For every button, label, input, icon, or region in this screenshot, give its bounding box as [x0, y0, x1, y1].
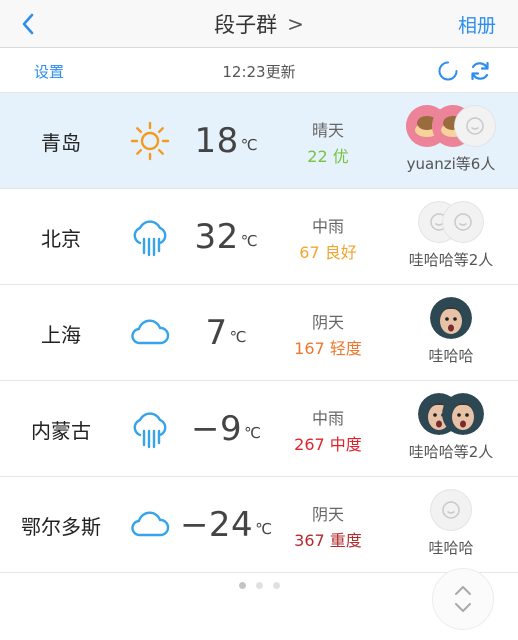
refresh-icon[interactable]: [468, 59, 492, 83]
city-row[interactable]: 北京 32 ℃ 中雨 67 良好 哇哈哈等2人: [0, 189, 518, 285]
temperature-unit: ℃: [240, 136, 258, 154]
avatar: [442, 393, 484, 435]
member-names: 哇哈哈: [428, 539, 474, 557]
page-dot[interactable]: [255, 582, 263, 589]
temperature: −24 ℃: [176, 477, 276, 573]
navigation-bar: 段子群 > 相册: [0, 0, 518, 48]
sun-icon: [130, 121, 170, 161]
temperature-value: −24: [179, 505, 254, 545]
temperature-value: 32: [194, 217, 239, 257]
rain-icon: [133, 220, 167, 257]
rain-icon: [133, 412, 167, 449]
city-row[interactable]: 上海 7 ℃ 阴天 167 轻度 哇哈哈: [0, 285, 518, 381]
city-row[interactable]: 青岛 18 ℃ 晴天 22 优 yuanzi等6人: [0, 93, 518, 189]
temperature-unit: ℃: [240, 232, 258, 250]
loading-spinner-icon: [438, 61, 458, 81]
member-avatars[interactable]: [392, 297, 510, 343]
temperature: 7 ℃: [176, 285, 276, 381]
weather-condition: 阴天: [311, 505, 344, 524]
group-title[interactable]: 段子群 >: [0, 0, 518, 48]
scroll-toggle-button[interactable]: [432, 568, 494, 630]
avatar: [430, 297, 472, 339]
chevron-left-icon: [22, 13, 34, 35]
avatar-placeholder: [454, 105, 496, 147]
page-dot[interactable]: [272, 582, 280, 589]
city-name: 鄂尔多斯: [21, 514, 101, 539]
settings-button[interactable]: 设置: [34, 49, 64, 93]
member-avatars[interactable]: [392, 201, 510, 247]
weather-condition: 中雨: [311, 409, 344, 428]
avatar-placeholder: [430, 489, 472, 531]
city-name: 北京: [41, 226, 81, 251]
album-button[interactable]: 相册: [458, 0, 496, 48]
cloud-icon: [131, 319, 170, 345]
member-names: yuanzi等6人: [406, 155, 496, 173]
temperature: 32 ℃: [176, 189, 276, 285]
weather-condition: 晴天: [311, 121, 344, 140]
city-name: 内蒙古: [31, 418, 91, 443]
chevron-up-down-icon: [455, 586, 471, 612]
air-quality: 267 中度: [294, 435, 362, 454]
city-name: 青岛: [41, 130, 81, 155]
city-row[interactable]: 内蒙古 −9 ℃ 中雨 267 中度 哇哈哈等2人: [0, 381, 518, 477]
weather-condition: 中雨: [311, 217, 344, 236]
temperature-unit: ℃: [244, 424, 261, 442]
cloud-icon: [131, 511, 170, 537]
group-title-text[interactable]: 段子群: [214, 9, 277, 39]
chevron-right-icon[interactable]: >: [287, 12, 304, 36]
air-quality: 22 优: [307, 147, 349, 166]
temperature-unit: ℃: [229, 328, 247, 346]
member-avatars[interactable]: [392, 393, 510, 439]
member-avatars[interactable]: [392, 105, 510, 151]
member-avatars[interactable]: [392, 489, 510, 535]
air-quality: 167 轻度: [294, 339, 362, 358]
air-quality: 67 良好: [299, 243, 357, 262]
weather-condition: 阴天: [311, 313, 344, 332]
air-quality: 367 重度: [294, 531, 362, 550]
city-name: 上海: [41, 322, 81, 347]
status-bar: 设置 12:23更新: [0, 49, 518, 93]
back-button[interactable]: [14, 10, 42, 38]
temperature: −9 ℃: [176, 381, 276, 477]
temperature-value: −9: [191, 409, 243, 449]
temperature: 18 ℃: [176, 93, 276, 189]
temperature-value: 18: [194, 121, 239, 161]
member-names: 哇哈哈等2人: [408, 443, 494, 461]
member-names: 哇哈哈等2人: [408, 251, 494, 269]
city-row[interactable]: 鄂尔多斯 −24 ℃ 阴天 367 重度 哇哈哈: [0, 477, 518, 573]
temperature-value: 7: [205, 313, 228, 353]
avatar-placeholder: [442, 201, 484, 243]
page-dot-active[interactable]: [238, 582, 246, 589]
member-names: 哇哈哈: [428, 347, 474, 365]
city-list: 青岛 18 ℃ 晴天 22 优 yuanzi等6人 北京 32 ℃ 中雨 67 …: [0, 93, 518, 573]
